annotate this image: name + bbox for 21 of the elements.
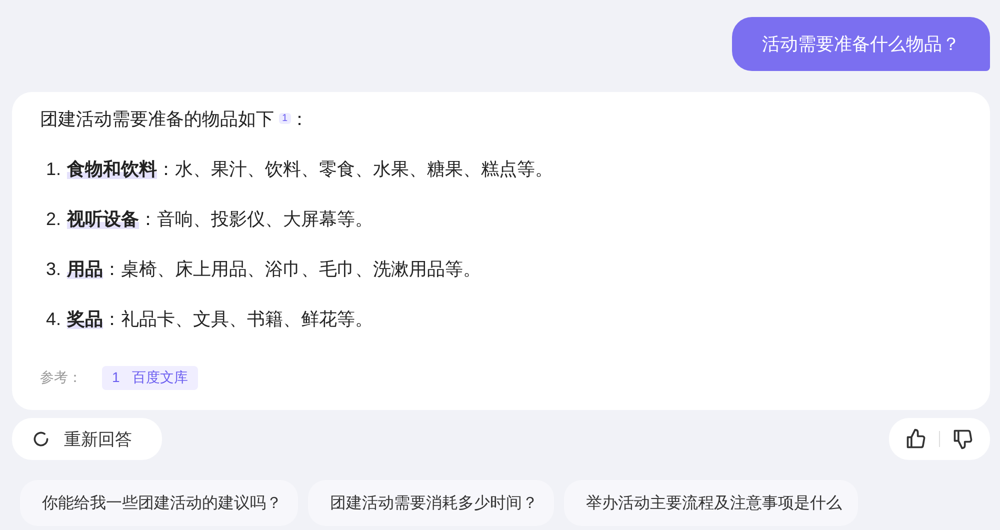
suggestion-chip[interactable]: 团建活动需要消耗多少时间？ xyxy=(308,480,554,526)
suggestion-chip[interactable]: 举办活动主要流程及注意事项是什么 xyxy=(564,480,858,526)
regenerate-button[interactable]: 重新回答 xyxy=(12,418,162,460)
like-button[interactable] xyxy=(905,428,927,450)
list-number: 3. xyxy=(46,258,62,281)
thumbs-up-icon xyxy=(905,428,927,450)
thumbs-down-icon xyxy=(952,428,974,450)
list-item-text: 视听设备：音响、投影仪、大屏幕等。 xyxy=(67,208,374,231)
list-item-text: 奖品：礼品卡、文具、书籍、鲜花等。 xyxy=(67,308,374,331)
list-number: 2. xyxy=(46,208,62,231)
list-number: 1. xyxy=(46,158,62,181)
suggestion-chip[interactable]: 你能给我一些团建活动的建议吗？ xyxy=(20,480,298,526)
reference-label: 参考： xyxy=(40,369,82,387)
reference-link[interactable]: 1 百度文库 xyxy=(102,366,198,390)
answer-intro: 团建活动需要准备的物品如下 $^{1}$： xyxy=(40,108,310,131)
list-item-text: 用品：桌椅、床上用品、浴巾、毛巾、洗漱用品等。 xyxy=(67,258,482,281)
dislike-button[interactable] xyxy=(952,428,974,450)
refresh-icon xyxy=(32,430,50,448)
list-item-text: 食物和饮料：水、果汁、饮料、零食、水果、糖果、糕点等。 xyxy=(67,158,554,181)
user-message: 活动需要准备什么物品？ xyxy=(732,17,990,71)
list-number: 4. xyxy=(46,308,62,331)
